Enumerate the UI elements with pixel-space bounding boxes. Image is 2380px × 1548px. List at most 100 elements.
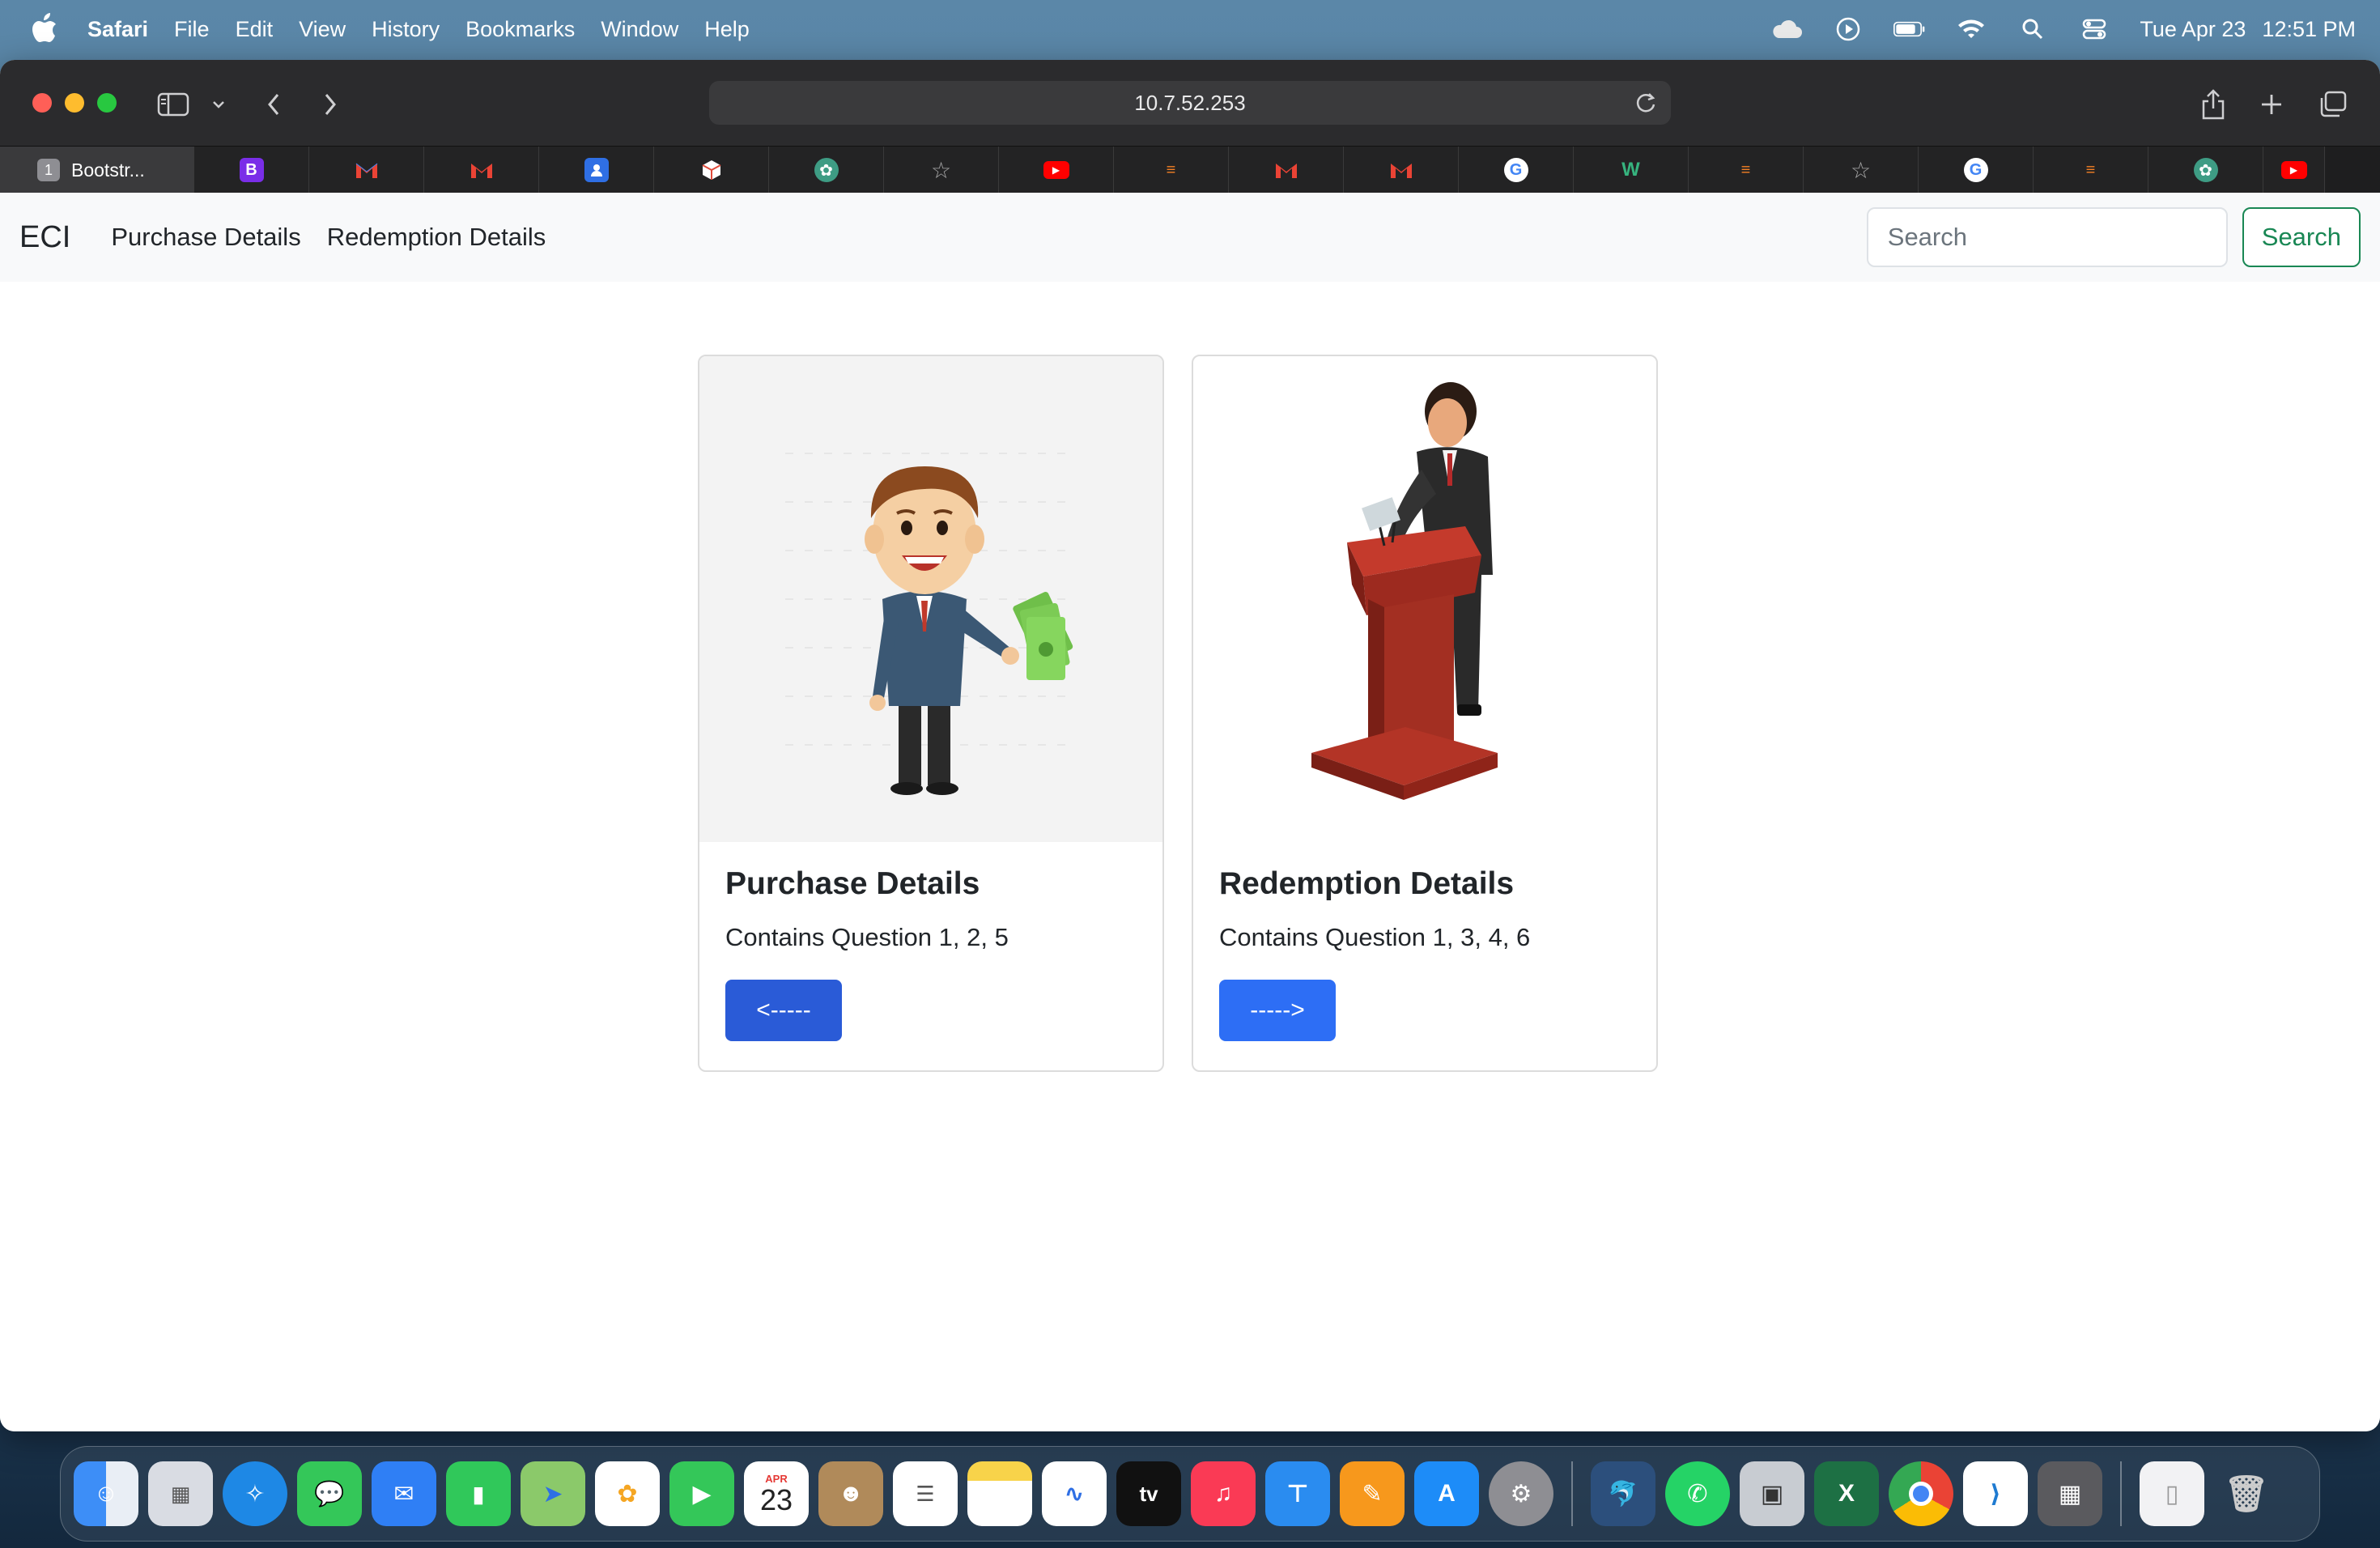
menu-bookmarks[interactable]: Bookmarks: [465, 17, 575, 42]
gmail-icon: [1389, 158, 1413, 182]
tab-chatgpt-2[interactable]: ✿: [2148, 147, 2263, 194]
safari-icon[interactable]: ✧: [223, 1461, 287, 1526]
dock: ☺ ▦ ✧ 💬 ✉ ▮ ➤ ✿ ▶ APR 23 ☻ ☰ ∿ tv ♫ ⊤ ✎ …: [60, 1446, 2320, 1542]
back-button[interactable]: [256, 87, 291, 122]
tab-cube[interactable]: [654, 147, 769, 194]
search-input[interactable]: [1866, 207, 2228, 267]
music-icon[interactable]: ♫: [1191, 1461, 1256, 1526]
tab-chatgpt[interactable]: ✿: [769, 147, 884, 194]
tab-bookmark-2[interactable]: ☆: [1804, 147, 1919, 194]
nav-link-purchase-details[interactable]: Purchase Details: [111, 223, 300, 252]
window-controls: [32, 93, 117, 113]
tab-number: 1: [37, 159, 60, 181]
purchase-card-image: [699, 356, 1162, 842]
whatsapp-icon[interactable]: ✆: [1665, 1461, 1730, 1526]
calendar-icon[interactable]: APR 23: [744, 1461, 809, 1526]
menu-file[interactable]: File: [174, 17, 210, 42]
search-button[interactable]: Search: [2242, 207, 2361, 267]
tab-gmail[interactable]: [309, 147, 424, 194]
sidebar-icon[interactable]: [155, 87, 191, 122]
menu-help[interactable]: Help: [704, 17, 750, 42]
chatgpt-icon: ✿: [814, 158, 839, 182]
tab-gmail-3[interactable]: [1229, 147, 1344, 194]
menu-edit[interactable]: Edit: [236, 17, 274, 42]
tab-contacts[interactable]: [539, 147, 654, 194]
messages-icon[interactable]: 💬: [297, 1461, 362, 1526]
reload-icon[interactable]: [1632, 89, 1660, 117]
numbers-icon[interactable]: ▮: [446, 1461, 511, 1526]
tab-stackoverflow-2[interactable]: ≡: [1689, 147, 1804, 194]
tab-stackoverflow-3[interactable]: ≡: [2034, 147, 2148, 194]
close-window-button[interactable]: [32, 93, 52, 113]
purchase-card-button[interactable]: <-----: [725, 980, 842, 1041]
businessman-with-money-illustration: [785, 453, 1077, 795]
tab-google[interactable]: G: [1459, 147, 1574, 194]
preview-icon[interactable]: ▣: [1740, 1461, 1804, 1526]
tab-bookmark[interactable]: ☆: [884, 147, 999, 194]
menu-view[interactable]: View: [299, 17, 346, 42]
system-settings-icon[interactable]: ⚙: [1489, 1461, 1553, 1526]
purchase-card: Purchase Details Contains Question 1, 2,…: [698, 355, 1164, 1072]
tab-gmail-2[interactable]: [424, 147, 539, 194]
facetime-icon[interactable]: ▶: [669, 1461, 734, 1526]
pages-icon[interactable]: ✎: [1340, 1461, 1405, 1526]
launchpad-icon[interactable]: ▦: [148, 1461, 213, 1526]
new-tab-icon[interactable]: [2254, 87, 2289, 122]
apple-tv-icon[interactable]: tv: [1116, 1461, 1181, 1526]
tab-stackoverflow[interactable]: ≡: [1114, 147, 1229, 194]
excel-icon[interactable]: X: [1814, 1461, 1879, 1526]
menubar-clock[interactable]: Tue Apr 23 12:51 PM: [2140, 17, 2356, 42]
battery-icon[interactable]: [1893, 13, 1926, 45]
spotlight-search-icon[interactable]: [2017, 13, 2049, 45]
notes-icon[interactable]: [967, 1461, 1032, 1526]
chevron-down-icon[interactable]: [201, 87, 236, 122]
control-center-icon[interactable]: [2078, 13, 2110, 45]
site-navbar: ECI Purchase Details Redemption Details …: [0, 193, 2380, 282]
keynote-icon[interactable]: ⊤: [1265, 1461, 1330, 1526]
navbar-brand[interactable]: ECI: [19, 220, 70, 255]
tab-bootstrap[interactable]: B: [194, 147, 309, 194]
calculator-icon[interactable]: ▦: [2038, 1461, 2102, 1526]
forward-button[interactable]: [312, 87, 348, 122]
tab-google-2[interactable]: G: [1919, 147, 2034, 194]
trash-icon[interactable]: 🗑: [2214, 1461, 2279, 1526]
wikipedia-icon: W: [1621, 159, 1640, 181]
finder-icon[interactable]: ☺: [74, 1461, 138, 1526]
tab-gmail-4[interactable]: [1344, 147, 1459, 194]
menu-window[interactable]: Window: [601, 17, 678, 42]
minimize-window-button[interactable]: [65, 93, 84, 113]
reminders-icon[interactable]: ☰: [893, 1461, 958, 1526]
zoom-window-button[interactable]: [97, 93, 117, 113]
mysql-workbench-icon[interactable]: 🐬: [1591, 1461, 1655, 1526]
menu-app-name[interactable]: Safari: [87, 17, 148, 42]
tab-youtube[interactable]: ▶: [999, 147, 1114, 194]
freeform-icon[interactable]: ∿: [1042, 1461, 1107, 1526]
stackoverflow-icon: ≡: [1740, 160, 1751, 179]
dock-separator: [1571, 1461, 1573, 1526]
tab-youtube-2[interactable]: ▶: [2263, 147, 2325, 194]
tab-overview-icon[interactable]: [2315, 87, 2351, 122]
document-icon[interactable]: ▯: [2140, 1461, 2204, 1526]
purchase-card-text: Contains Question 1, 2, 5: [725, 923, 1009, 951]
app-store-icon[interactable]: A: [1414, 1461, 1479, 1526]
maps-icon[interactable]: ➤: [521, 1461, 585, 1526]
mail-icon[interactable]: ✉: [372, 1461, 436, 1526]
nav-link-redemption-details[interactable]: Redemption Details: [327, 223, 546, 252]
contacts-icon[interactable]: ☻: [818, 1461, 883, 1526]
wifi-icon[interactable]: [1955, 13, 1987, 45]
menu-history[interactable]: History: [372, 17, 440, 42]
icloud-icon[interactable]: [1770, 13, 1803, 45]
vscode-icon[interactable]: ⟩: [1963, 1461, 2028, 1526]
photos-icon[interactable]: ✿: [595, 1461, 660, 1526]
tab-active[interactable]: 1 Bootstr...: [0, 147, 194, 194]
address-url: 10.7.52.253: [1134, 90, 1246, 115]
apple-icon[interactable]: [24, 10, 63, 49]
tab-wikipedia[interactable]: W: [1574, 147, 1689, 194]
web-page: ECI Purchase Details Redemption Details …: [0, 193, 2380, 1431]
chrome-icon[interactable]: [1889, 1461, 1953, 1526]
address-bar[interactable]: 10.7.52.253: [709, 81, 1671, 125]
play-icon[interactable]: [1832, 13, 1864, 45]
redemption-card-button[interactable]: ----->: [1219, 980, 1336, 1041]
gmail-icon: [1274, 158, 1298, 182]
share-icon[interactable]: [2195, 87, 2231, 122]
